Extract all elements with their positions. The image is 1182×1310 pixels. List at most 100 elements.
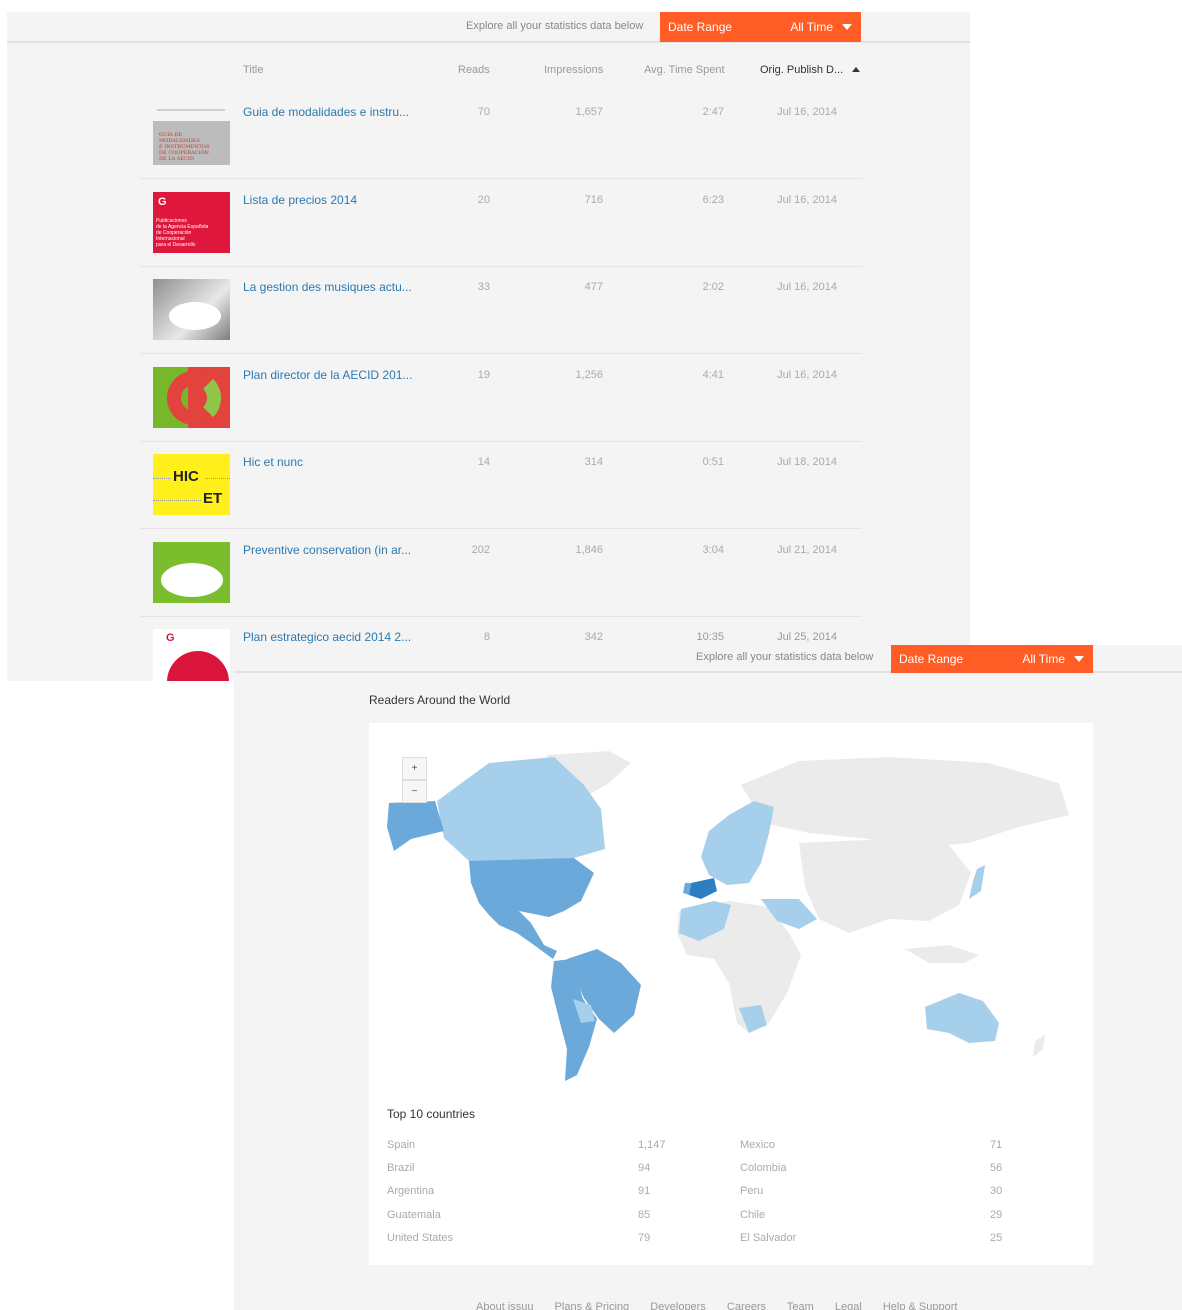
column-impressions[interactable]: Impressions xyxy=(544,64,603,76)
cover-ring xyxy=(167,371,221,425)
publish-date-value: Jul 21, 2014 xyxy=(777,544,837,556)
country-name: Argentina xyxy=(387,1185,435,1197)
map-section-title: Readers Around the World xyxy=(369,693,511,707)
map-region-new-zealand xyxy=(1033,1035,1045,1057)
impressions-value: 1,846 xyxy=(575,544,603,556)
publication-title-link[interactable]: Lista de precios 2014 xyxy=(243,193,357,207)
avg-time-value: 4:41 xyxy=(702,369,724,381)
publication-title-link[interactable]: La gestion des musiques actu... xyxy=(243,280,412,294)
country-value: 56 xyxy=(990,1162,1003,1174)
publish-date-value: Jul 16, 2014 xyxy=(777,194,837,206)
publication-thumbnail[interactable]: G xyxy=(153,629,230,681)
explore-text: Explore all your statistics data below xyxy=(696,651,874,663)
map-region-spain xyxy=(689,878,717,899)
world-map-card: + − Top 10 countries Spain 1,147 Brazil … xyxy=(369,723,1093,1265)
footer-links: About issuu Plans & Pricing Developers C… xyxy=(476,1301,975,1310)
table-row[interactable]: HIC ET Hic et nunc 14 314 0:51 Jul 18, 2… xyxy=(140,441,862,529)
map-region-indonesia xyxy=(905,945,979,963)
impressions-value: 716 xyxy=(584,194,603,206)
avg-time-value: 6:23 xyxy=(702,194,724,206)
zoom-out-button[interactable]: − xyxy=(402,780,427,803)
publication-thumbnail[interactable]: GUÍA DE MODALIDADES E INSTRUMENTOS DE CO… xyxy=(153,104,230,165)
reads-value: 20 xyxy=(477,194,490,206)
map-region-asia xyxy=(799,839,971,933)
table-row[interactable]: GUÍA DE MODALIDADES E INSTRUMENTOS DE CO… xyxy=(140,91,862,179)
country-value: 25 xyxy=(990,1232,1003,1244)
impressions-value: 1,657 xyxy=(575,106,603,118)
reads-value: 19 xyxy=(477,369,490,381)
country-value: 91 xyxy=(638,1185,651,1197)
column-reads[interactable]: Reads xyxy=(458,64,490,76)
country-name: Brazil xyxy=(387,1162,415,1174)
column-publish-date[interactable]: Orig. Publish D... xyxy=(760,64,843,76)
cover-circle xyxy=(167,651,229,681)
country-value: 79 xyxy=(638,1232,651,1244)
footer-link-about[interactable]: About issuu xyxy=(476,1301,533,1310)
avg-time-value: 2:02 xyxy=(702,281,724,293)
world-map[interactable] xyxy=(369,723,1093,1093)
reads-value: 8 xyxy=(483,631,490,643)
map-panel: Explore all your statistics data below D… xyxy=(234,645,1182,1310)
cover-oval xyxy=(161,563,223,597)
explore-text: Explore all your statistics data below xyxy=(466,20,644,32)
publication-thumbnail[interactable] xyxy=(153,367,230,428)
reads-value: 70 xyxy=(477,106,490,118)
publication-title-link[interactable]: Plan estrategico aecid 2014 2... xyxy=(243,630,411,644)
cover-header-strip xyxy=(157,109,225,111)
date-range-dropdown[interactable]: Date Range All Time xyxy=(660,12,861,42)
reads-value: 33 xyxy=(477,281,490,293)
footer-link-help[interactable]: Help & Support xyxy=(883,1301,958,1310)
publication-title-link[interactable]: Hic et nunc xyxy=(243,455,303,469)
stats-toolbar: Explore all your statistics data below D… xyxy=(7,12,970,43)
publication-title-link[interactable]: Preventive conservation (in ar... xyxy=(243,543,411,557)
impressions-value: 1,256 xyxy=(575,369,603,381)
date-range-value: All Time xyxy=(1022,652,1065,666)
avg-time-value: 0:51 xyxy=(702,456,724,468)
publish-date-value: Jul 25, 2014 xyxy=(777,631,837,643)
country-value: 1,147 xyxy=(638,1139,666,1151)
cover-line-decor xyxy=(153,478,171,479)
table-row[interactable]: Plan director de la AECID 201... 19 1,25… xyxy=(140,354,862,442)
publish-date-value: Jul 16, 2014 xyxy=(777,369,837,381)
country-value: 29 xyxy=(990,1209,1003,1221)
publication-title-link[interactable]: Guia de modalidades e instru... xyxy=(243,105,409,119)
country-name: Colombia xyxy=(740,1162,787,1174)
table-row[interactable]: Preventive conservation (in ar... 202 1,… xyxy=(140,529,862,617)
footer-link-careers[interactable]: Careers xyxy=(727,1301,766,1310)
cover-line-decor xyxy=(205,478,230,479)
avg-time-value: 3:04 xyxy=(702,544,724,556)
impressions-value: 342 xyxy=(584,631,603,643)
country-name: United States xyxy=(387,1232,454,1244)
publication-title-link[interactable]: Plan director de la AECID 201... xyxy=(243,368,412,382)
map-region-russia xyxy=(741,757,1069,847)
column-title[interactable]: Title xyxy=(243,64,263,76)
sort-ascending-icon[interactable] xyxy=(852,67,860,72)
column-avg-time[interactable]: Avg. Time Spent xyxy=(644,64,725,76)
cover-title: HIC xyxy=(173,468,199,485)
footer-link-legal[interactable]: Legal xyxy=(835,1301,862,1310)
cover-oval xyxy=(169,302,221,330)
table-row[interactable]: La gestion des musiques actu... 33 477 2… xyxy=(140,266,862,354)
publication-thumbnail[interactable]: HIC ET xyxy=(153,454,230,515)
footer-link-developers[interactable]: Developers xyxy=(650,1301,706,1310)
map-region-australia xyxy=(925,993,999,1043)
footer-link-team[interactable]: Team xyxy=(787,1301,814,1310)
reads-value: 202 xyxy=(471,544,490,556)
caret-down-icon xyxy=(1074,656,1084,662)
publication-thumbnail[interactable]: G Publicaciones de la Agencia Española d… xyxy=(153,192,230,253)
publications-panel: Explore all your statistics data below D… xyxy=(7,12,970,681)
map-region-europe xyxy=(701,801,774,885)
cover-line: DE LA AECID xyxy=(159,156,194,162)
table-row[interactable]: G Publicaciones de la Agencia Española d… xyxy=(140,179,862,267)
date-range-dropdown[interactable]: Date Range All Time xyxy=(891,645,1093,673)
publication-thumbnail[interactable] xyxy=(153,542,230,603)
country-name: Chile xyxy=(740,1209,766,1221)
zoom-in-button[interactable]: + xyxy=(402,757,427,780)
impressions-value: 314 xyxy=(584,456,603,468)
date-range-label: Date Range xyxy=(899,652,964,666)
publication-thumbnail[interactable] xyxy=(153,279,230,340)
country-name: Guatemala xyxy=(387,1209,441,1221)
footer-link-pricing[interactable]: Plans & Pricing xyxy=(555,1301,630,1310)
aecid-logo-icon: G xyxy=(166,632,175,644)
date-range-value: All Time xyxy=(790,20,833,34)
